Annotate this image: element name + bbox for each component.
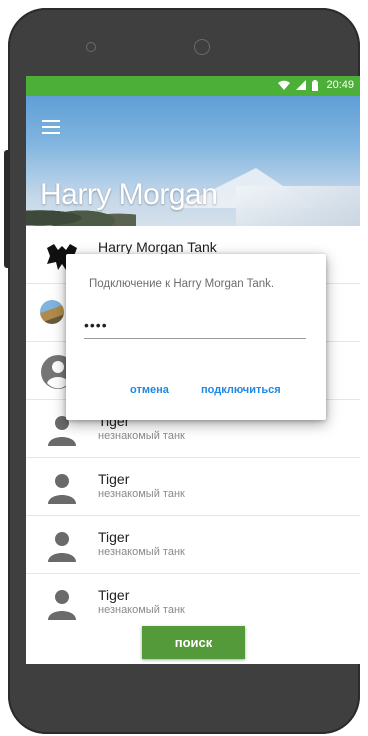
connect-button[interactable]: подключиться	[201, 384, 281, 396]
side-button	[4, 150, 10, 268]
front-camera	[194, 39, 210, 55]
connect-dialog: Подключение к Harry Morgan Tank. •••• от…	[66, 254, 326, 420]
app-screen: 20:49 Harry Morgan Harry Morgan Tank Tig…	[26, 76, 360, 664]
dialog-message: Подключение к Harry Morgan Tank.	[89, 278, 275, 290]
sensor-dot	[86, 42, 96, 52]
password-field[interactable]: ••••	[84, 316, 306, 339]
cancel-button[interactable]: отмена	[130, 384, 169, 396]
